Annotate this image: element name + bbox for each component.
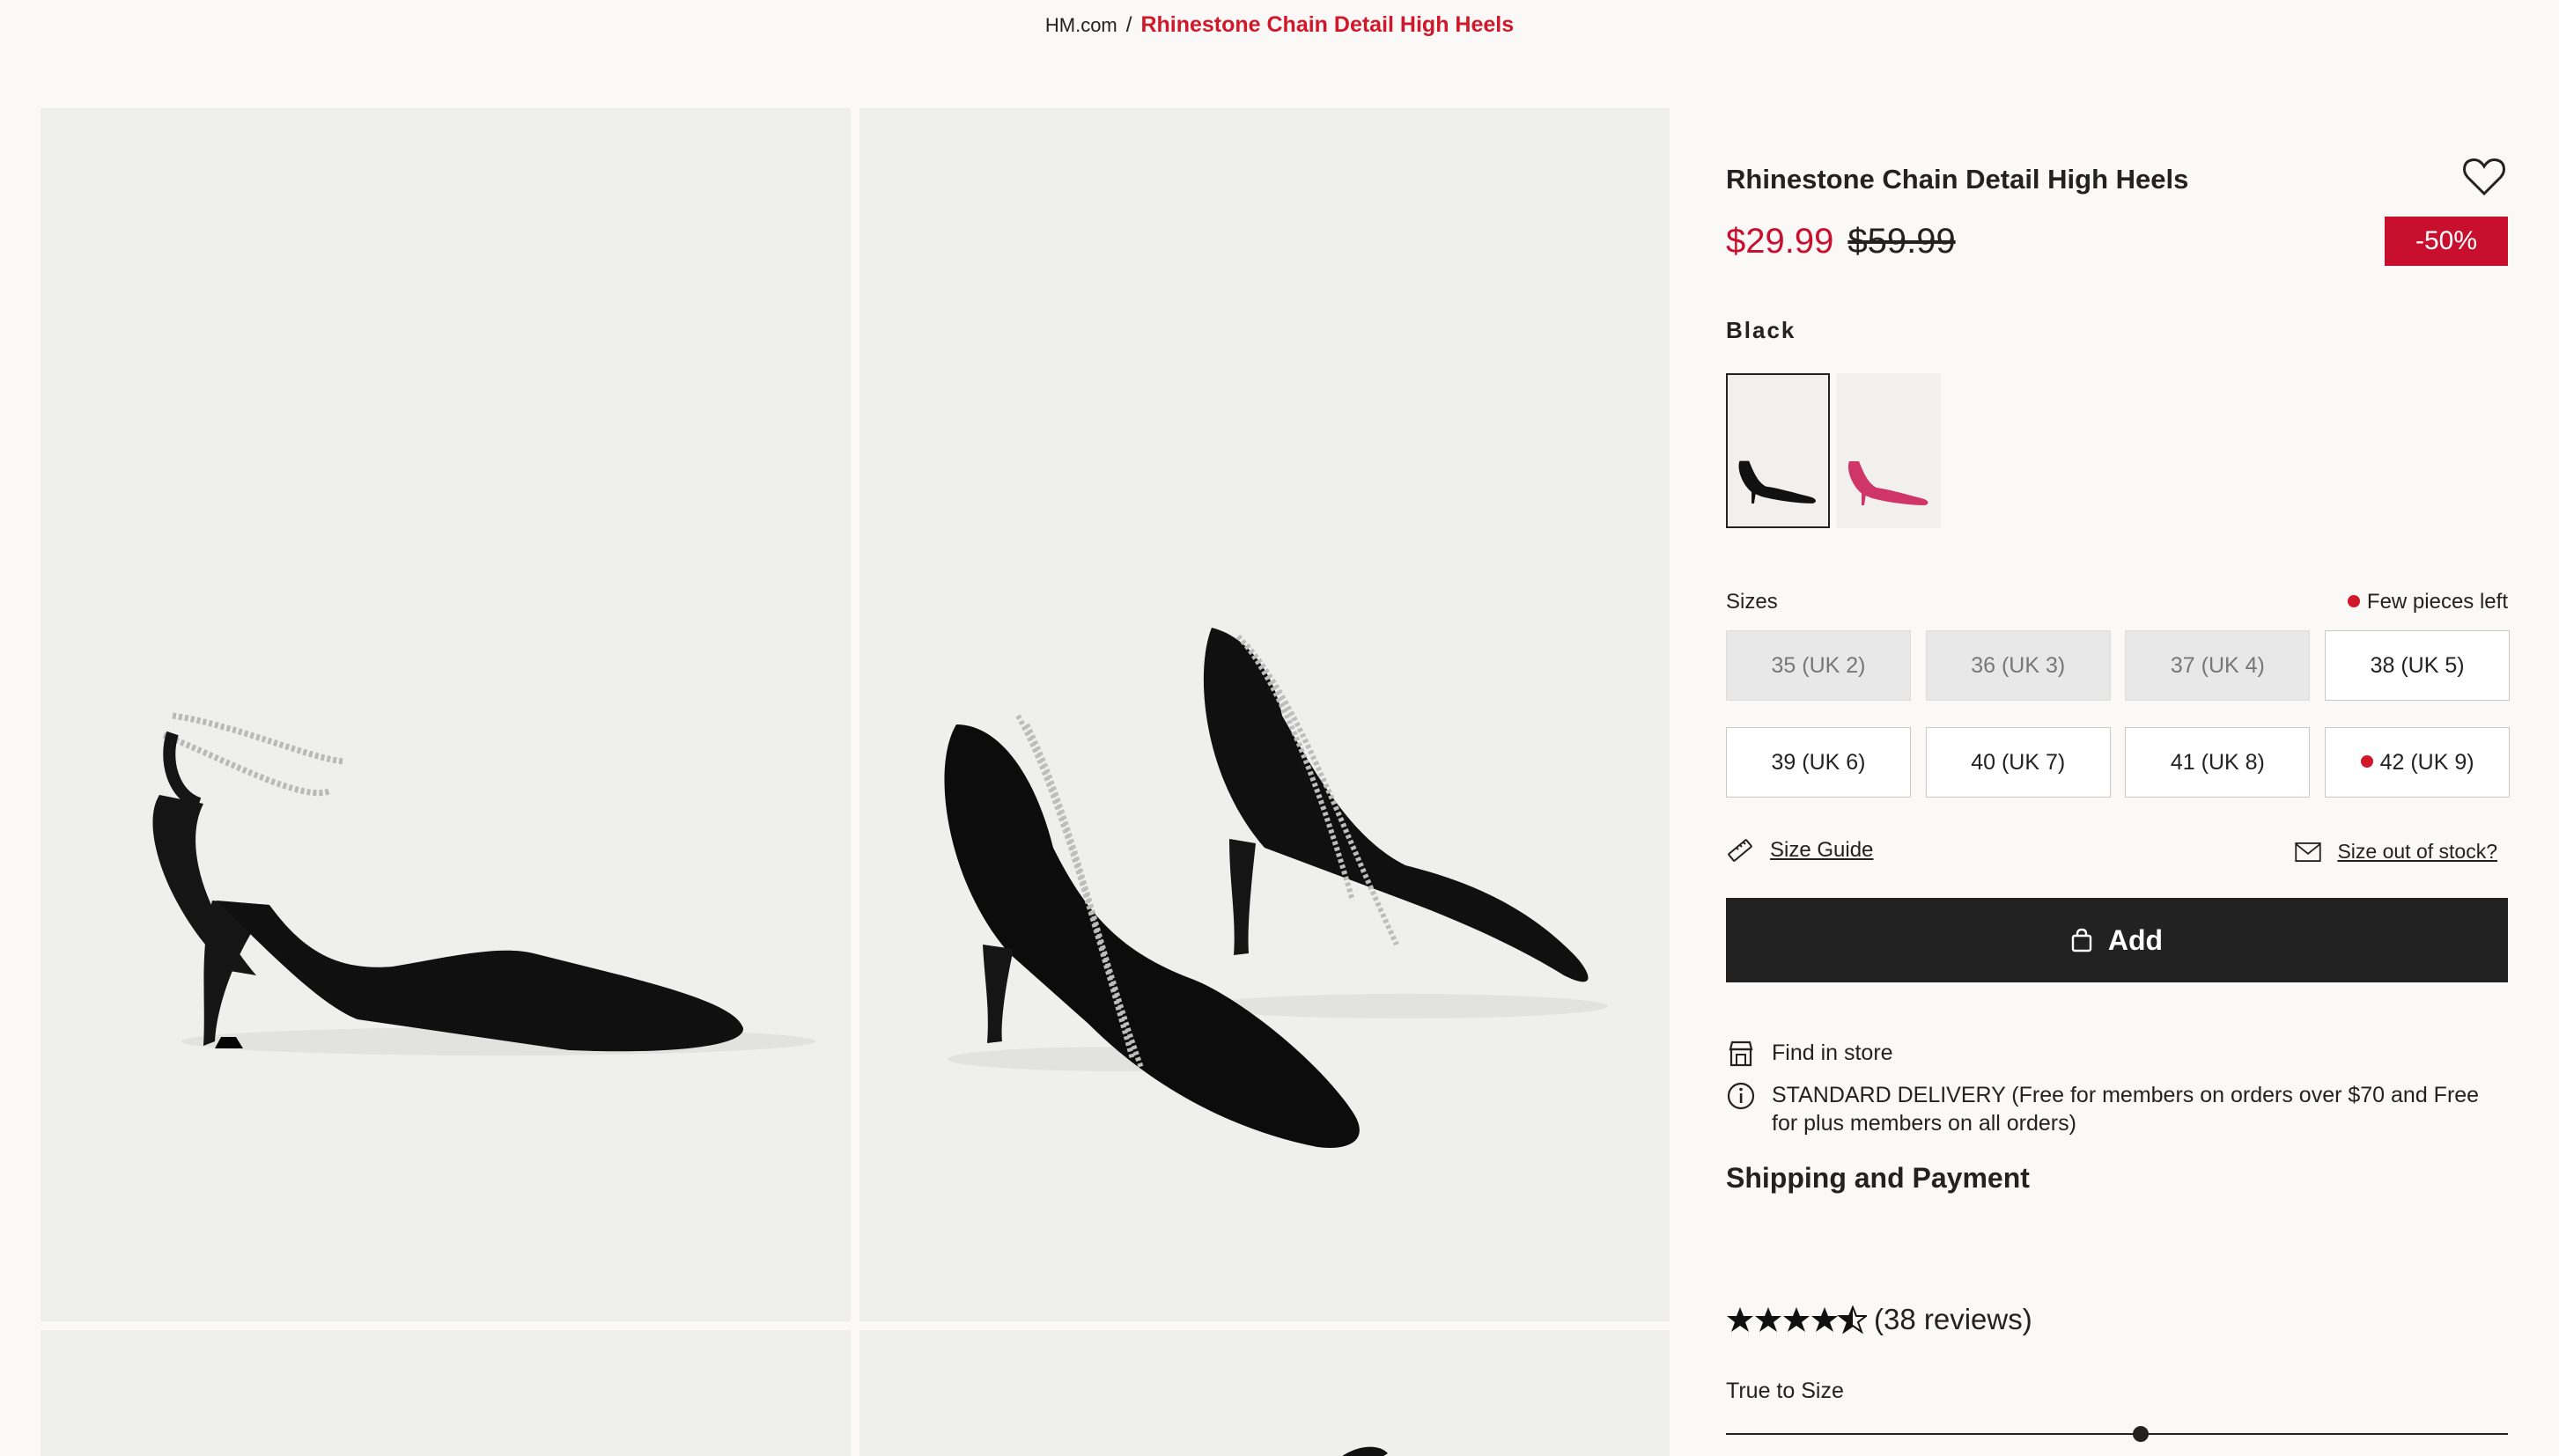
envelope-icon bbox=[2295, 842, 2322, 862]
size-out-of-stock-label: Size out of stock? bbox=[2337, 840, 2497, 863]
size-option-label: 41 (UK 8) bbox=[2170, 750, 2265, 775]
product-gallery bbox=[41, 108, 1670, 1456]
size-option[interactable]: 36 (UK 3) bbox=[1925, 630, 2111, 701]
size-links-row: Size Guide Size out of stock? bbox=[1726, 836, 2508, 871]
size-option[interactable]: 37 (UK 4) bbox=[2125, 630, 2311, 701]
sale-price: $29.99 bbox=[1726, 222, 1834, 261]
size-option[interactable]: 38 (UK 5) bbox=[2325, 630, 2511, 701]
sizes-label: Sizes bbox=[1726, 590, 1778, 614]
shopping-bag-icon bbox=[2071, 928, 2092, 952]
few-pieces-left-note: Few pieces left bbox=[2347, 590, 2508, 614]
fit-scale-track bbox=[1726, 1433, 2508, 1435]
product-title: Rhinestone Chain Detail High Heels bbox=[1726, 164, 2189, 195]
size-option-label: 42 (UK 9) bbox=[2379, 750, 2474, 775]
size-option[interactable]: 39 (UK 6) bbox=[1726, 727, 1911, 798]
shoe-pair-illustration bbox=[944, 628, 1608, 1148]
price-row: $29.99 $59.99 bbox=[1726, 218, 1956, 264]
low-stock-dot-icon bbox=[2360, 755, 2373, 768]
breadcrumb-separator: / bbox=[1125, 13, 1132, 37]
product-details-panel: Rhinestone Chain Detail High Heels $29.9… bbox=[1726, 0, 2511, 1456]
delivery-info-row: STANDARD DELIVERY (Free for members on o… bbox=[1726, 1081, 2508, 1137]
product-page: HM.com / Rhinestone Chain Detail High Heel… bbox=[0, 0, 2559, 1456]
product-image-4[interactable] bbox=[859, 1330, 1670, 1456]
color-swatch-pink[interactable] bbox=[1837, 373, 1941, 528]
ruler-icon bbox=[1728, 839, 1752, 862]
size-option-label: 37 (UK 4) bbox=[2170, 653, 2265, 678]
size-option-label: 36 (UK 3) bbox=[1971, 653, 2066, 678]
fit-scale-marker bbox=[2132, 1426, 2149, 1442]
delivery-info-text: STANDARD DELIVERY (Free for members on o… bbox=[1772, 1083, 2480, 1136]
shoe-partial-illustration bbox=[1342, 1446, 1388, 1456]
size-option-label: 35 (UK 2) bbox=[1771, 653, 1866, 678]
star-rating-icon bbox=[1727, 1305, 1867, 1334]
favorite-heart-icon[interactable] bbox=[2460, 153, 2508, 201]
review-count: (38 reviews) bbox=[1874, 1303, 2032, 1335]
product-image-pair[interactable] bbox=[859, 108, 1670, 1321]
add-button-label: Add bbox=[2107, 923, 2164, 956]
size-option[interactable]: 42 (UK 9) bbox=[2325, 727, 2511, 798]
size-out-of-stock-link[interactable]: Size out of stock? bbox=[2295, 840, 2497, 864]
size-guide-link[interactable]: Size Guide bbox=[1726, 836, 1873, 864]
breadcrumb-home-link[interactable]: HM.com bbox=[1045, 14, 1117, 36]
low-stock-dot-icon bbox=[2347, 594, 2360, 607]
size-option[interactable]: 40 (UK 7) bbox=[1925, 727, 2111, 798]
product-image-3[interactable] bbox=[41, 1330, 851, 1456]
color-swatch-black[interactable] bbox=[1726, 373, 1830, 528]
size-option[interactable]: 35 (UK 2) bbox=[1726, 630, 1911, 701]
breadcrumb-current: Rhinestone Chain Detail High Heels bbox=[1140, 12, 1515, 37]
shoe-side-illustration bbox=[152, 712, 815, 1055]
size-option[interactable]: 41 (UK 8) bbox=[2125, 727, 2311, 798]
find-in-store-row[interactable]: Find in store bbox=[1726, 1039, 1893, 1069]
size-option-label: 40 (UK 7) bbox=[1971, 750, 2066, 775]
fit-label: True to Size bbox=[1726, 1379, 1844, 1403]
info-icon bbox=[1727, 1082, 1755, 1110]
product-image-side[interactable] bbox=[41, 108, 851, 1321]
size-option-label: 38 (UK 5) bbox=[2370, 653, 2465, 678]
rating-summary[interactable]: (38 reviews) bbox=[1726, 1303, 2032, 1336]
shipping-and-payment-heading[interactable]: Shipping and Payment bbox=[1726, 1162, 2030, 1195]
find-in-store-label: Find in store bbox=[1772, 1041, 1893, 1065]
add-to-bag-button[interactable]: Add bbox=[1726, 898, 2508, 982]
size-option-label: 39 (UK 6) bbox=[1771, 750, 1866, 775]
stock-note-text: Few pieces left bbox=[2366, 590, 2508, 614]
selected-color-label: Black bbox=[1726, 317, 1796, 343]
store-icon bbox=[1729, 1041, 1753, 1067]
size-guide-label: Size Guide bbox=[1770, 838, 1874, 862]
discount-badge: -50% bbox=[2385, 217, 2508, 266]
original-price: $59.99 bbox=[1847, 222, 1956, 261]
